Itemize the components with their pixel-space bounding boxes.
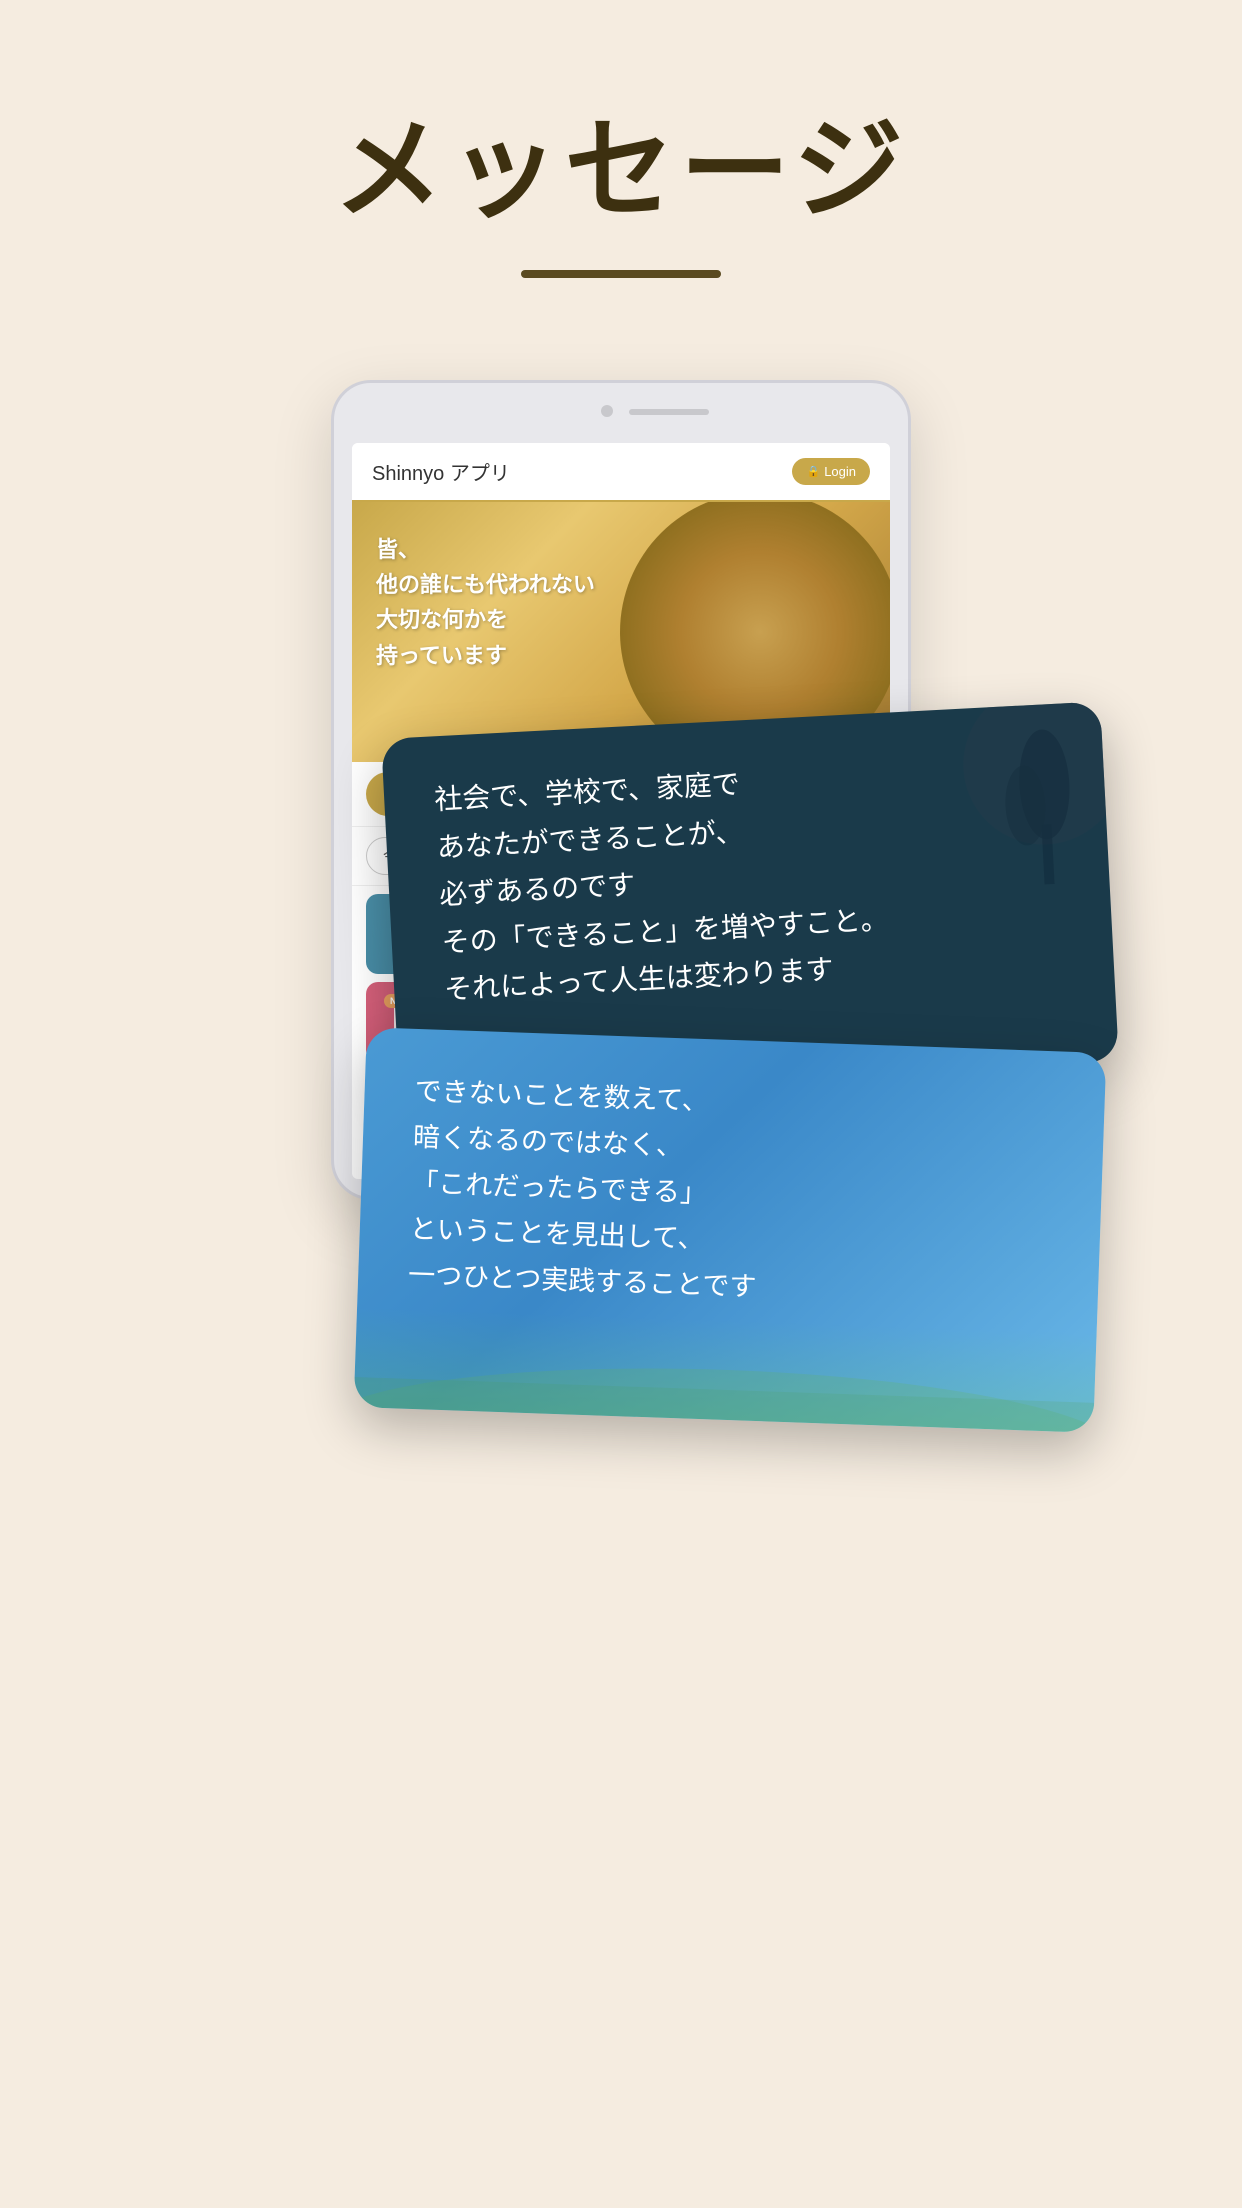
grass-silhouette-icon xyxy=(354,1327,1096,1433)
hero-line1: 皆、 xyxy=(376,532,595,567)
shinnyo-badge: Shinnyo xyxy=(456,923,512,946)
tablet-frame: Shinnyo アプリ 🔒 Login 皆、 他の誰にも代われない 大切な何かを… xyxy=(331,380,911,1200)
login-label: Login xyxy=(824,464,856,479)
tablet-wrapper: Shinnyo アプリ 🔒 Login 皆、 他の誰にも代われない 大切な何かを… xyxy=(331,380,911,1200)
login-button[interactable]: 🔒 Login xyxy=(792,458,870,485)
title-divider xyxy=(521,270,721,278)
hero-text: 皆、 他の誰にも代われない 大切な何かを 持っています xyxy=(376,532,595,673)
app-header: Shinnyo アプリ 🔒 Login xyxy=(352,443,890,502)
music-info: Jojusam... タップするとメロ... xyxy=(422,778,519,810)
music-player[interactable]: ♪ Jojusam... タップするとメロ... xyxy=(352,762,890,827)
tree-silhouette-icon xyxy=(961,722,1089,888)
news-badge: News xyxy=(384,994,420,1008)
page-title: メッセージ xyxy=(0,80,1242,240)
hero-banner: 皆、 他の誰にも代われない 大切な何かを 持っています xyxy=(352,502,890,762)
card-pink-icon-area: News xyxy=(382,992,442,1052)
health-check: 今日の体調はどうで... xyxy=(352,827,890,886)
tablet-camera xyxy=(601,405,613,417)
page-title-section: メッセージ xyxy=(0,0,1242,318)
menu-bar[interactable]: ≡ Menu xyxy=(567,1135,674,1169)
hero-line3: 大切な何かを xyxy=(376,602,595,637)
hero-line4: 持っています xyxy=(376,638,595,673)
hero-line2: 他の誰にも代われない xyxy=(376,567,595,602)
music-name: Jojusam... xyxy=(422,778,519,794)
feature-card-pink[interactable]: News xyxy=(366,982,876,1062)
app-title: Shinnyo アプリ xyxy=(372,457,510,486)
tablet-speaker xyxy=(629,409,709,415)
hero-grass-decoration xyxy=(620,502,890,762)
menu-icon: ≡ xyxy=(591,1143,600,1161)
menu-label: Menu xyxy=(611,1143,651,1161)
search-document-icon: Shinnyo xyxy=(387,909,437,959)
feature-card-blue[interactable]: Shinnyo Shinnyo xyxy=(366,894,876,974)
music-icon: ♪ xyxy=(366,772,410,816)
health-button[interactable]: 今日の体調はどうで... xyxy=(366,837,876,875)
card-blue-icon-area: Shinnyo xyxy=(382,904,442,964)
music-hint: タップするとメロ... xyxy=(422,794,519,810)
tablet-screen: Shinnyo アプリ 🔒 Login 皆、 他の誰にも代われない 大切な何かを… xyxy=(352,443,890,1179)
lock-icon: 🔒 xyxy=(806,465,820,478)
